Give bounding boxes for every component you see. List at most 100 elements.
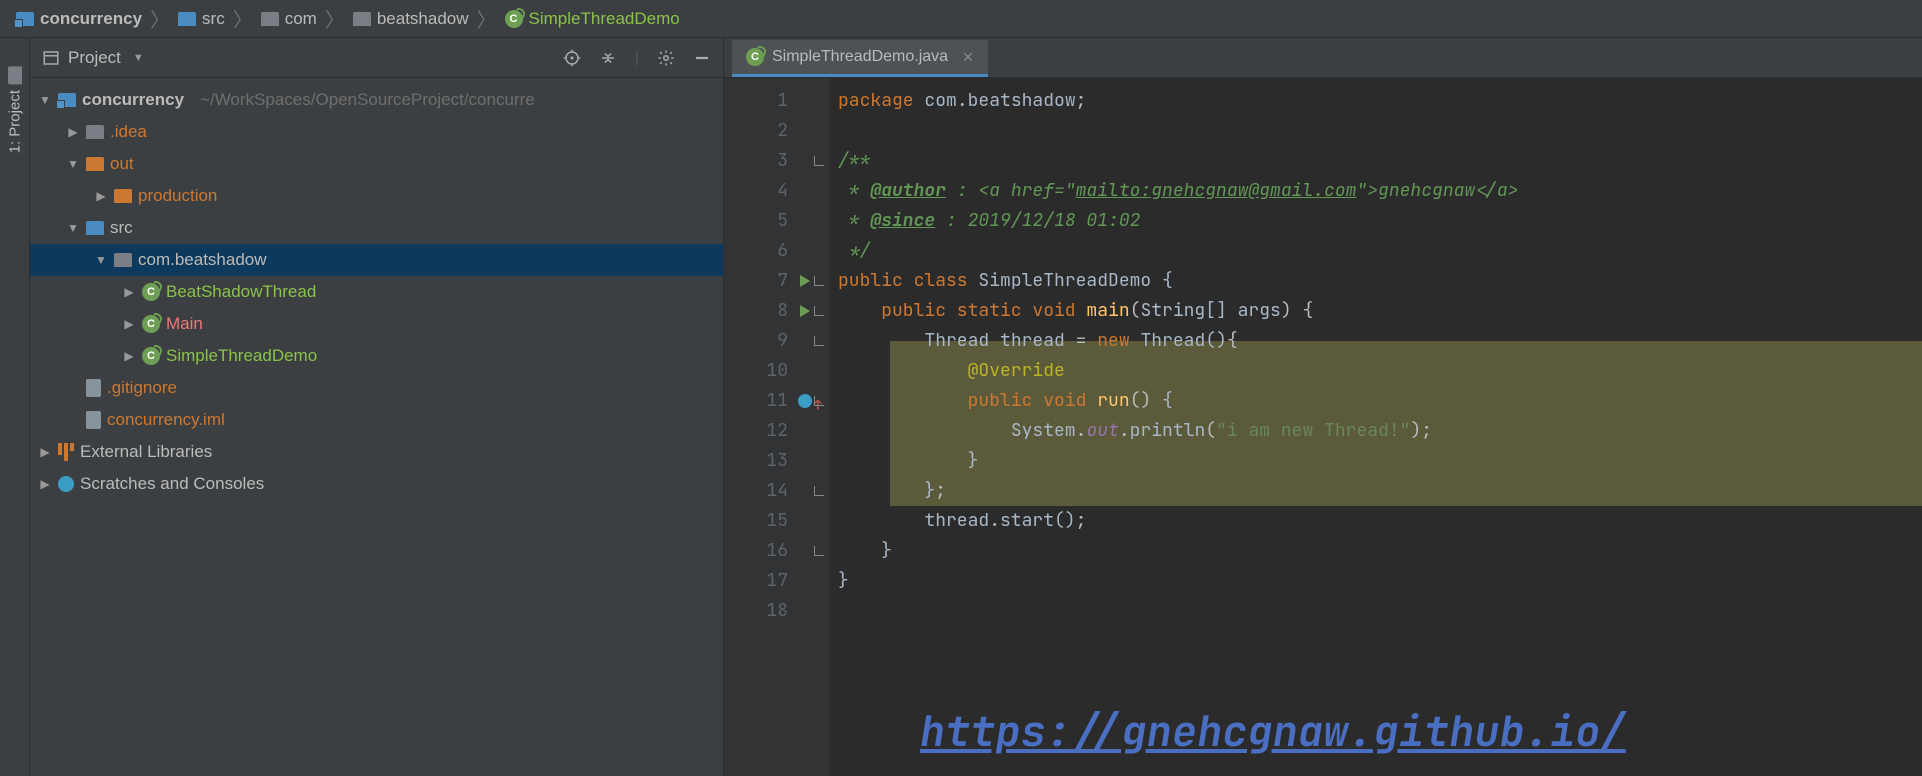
fold-icon[interactable] [814, 276, 824, 286]
tree-row[interactable]: ▶.idea [30, 116, 723, 148]
code-line[interactable] [838, 596, 1922, 626]
project-tree[interactable]: ▼concurrency~/WorkSpaces/OpenSourceProje… [30, 78, 723, 776]
tree-arrow-icon[interactable] [66, 413, 80, 427]
line-number[interactable]: 4 [724, 176, 812, 206]
target-icon[interactable] [563, 49, 581, 67]
collapse-icon[interactable] [599, 49, 617, 67]
override-gutter-icon[interactable] [798, 394, 812, 408]
code-line[interactable]: */ [838, 236, 1922, 266]
tree-row[interactable]: ▶Scratches and Consoles [30, 468, 723, 500]
tree-arrow-icon[interactable]: ▶ [122, 285, 136, 299]
tree-arrow-icon[interactable]: ▶ [94, 189, 108, 203]
tree-row[interactable]: ▼src [30, 212, 723, 244]
code-line[interactable]: }; [838, 476, 1922, 506]
code-line[interactable]: public class SimpleThreadDemo { [838, 266, 1922, 296]
tree-arrow-icon[interactable]: ▶ [38, 445, 52, 459]
tree-row[interactable]: ▶CBeatShadowThread [30, 276, 723, 308]
breadcrumb-item[interactable]: CSimpleThreadDemo [505, 9, 680, 29]
tree-row[interactable]: concurrency.iml [30, 404, 723, 436]
line-number[interactable]: 14 [724, 476, 812, 506]
line-number[interactable]: 10 [724, 356, 812, 386]
hide-icon[interactable] [693, 49, 711, 67]
tree-arrow-icon[interactable]: ▶ [66, 125, 80, 139]
fold-icon[interactable] [814, 306, 824, 316]
code-line[interactable]: package com.beatshadow; [838, 86, 1922, 116]
fold-icon[interactable] [814, 336, 824, 346]
code-line[interactable] [838, 116, 1922, 146]
project-panel-title[interactable]: Project ▼ [42, 48, 144, 68]
line-number[interactable]: 18 [724, 596, 812, 626]
code-line[interactable]: } [838, 566, 1922, 596]
breadcrumb-item[interactable]: com [261, 9, 317, 29]
tree-arrow-icon[interactable]: ▶ [122, 349, 136, 363]
tree-row[interactable]: ▼com.beatshadow [30, 244, 723, 276]
line-number[interactable]: 16 [724, 536, 812, 566]
line-number[interactable]: 6 [724, 236, 812, 266]
tree-row[interactable]: .gitignore [30, 372, 723, 404]
tree-arrow-icon[interactable]: ▼ [66, 221, 80, 235]
fold-icon[interactable] [814, 396, 824, 406]
tree-row[interactable]: ▶production [30, 180, 723, 212]
line-number[interactable]: 15 [724, 506, 812, 536]
line-number[interactable]: 1 [724, 86, 812, 116]
breadcrumb-item[interactable]: src [178, 9, 225, 29]
line-number[interactable]: 12 [724, 416, 812, 446]
tree-arrow-icon[interactable]: ▶ [38, 477, 52, 491]
fold-icon[interactable] [814, 546, 824, 556]
code-line[interactable]: thread.start(); [838, 506, 1922, 536]
line-number[interactable]: 8 [724, 296, 812, 326]
folder-blue-dot-icon [58, 93, 76, 107]
gear-icon[interactable] [657, 49, 675, 67]
tree-arrow-icon[interactable]: ▼ [94, 253, 108, 267]
code-line[interactable]: public void run() { [838, 386, 1922, 416]
code-editor[interactable]: 123456789101112131415161718 https://gneh… [724, 78, 1922, 776]
watermark-link[interactable]: https://gnehcgnaw.github.io/ [920, 716, 1626, 746]
tree-row[interactable]: ▶CSimpleThreadDemo [30, 340, 723, 372]
code-line[interactable]: @Override [838, 356, 1922, 386]
line-gutter[interactable]: 123456789101112131415161718 [724, 78, 812, 776]
tree-arrow-icon[interactable]: ▼ [38, 93, 52, 107]
scratch-icon [58, 476, 74, 492]
tab-simplethreaddemo[interactable]: C SimpleThreadDemo.java ✕ [732, 40, 988, 77]
line-number[interactable]: 3 [724, 146, 812, 176]
file-icon [86, 411, 101, 429]
code-line[interactable]: Thread thread = new Thread(){ [838, 326, 1922, 356]
breadcrumb[interactable]: concurrency〉src〉com〉beatshadow〉CSimpleTh… [0, 0, 1922, 38]
line-number[interactable]: 5 [724, 206, 812, 236]
chevron-down-icon: ▼ [133, 52, 144, 64]
breadcrumb-item[interactable]: concurrency [16, 9, 142, 29]
tree-arrow-icon[interactable] [66, 381, 80, 395]
tree-row[interactable]: ▶External Libraries [30, 436, 723, 468]
folder-gray-icon [114, 253, 132, 267]
project-tool-tab[interactable]: 1: Project [3, 58, 27, 163]
tree-arrow-icon[interactable]: ▶ [122, 317, 136, 331]
tree-row[interactable]: ▼concurrency~/WorkSpaces/OpenSourceProje… [30, 84, 723, 116]
fold-icon[interactable] [814, 486, 824, 496]
fold-column[interactable] [812, 78, 830, 776]
line-number[interactable]: 2 [724, 116, 812, 146]
code-body[interactable]: https://gnehcgnaw.github.io/ package com… [830, 78, 1922, 776]
code-line[interactable]: } [838, 446, 1922, 476]
run-gutter-icon[interactable] [800, 275, 810, 287]
code-line[interactable]: System.out.println("i am new Thread!"); [838, 416, 1922, 446]
line-number[interactable]: 11 [724, 386, 812, 416]
line-number[interactable]: 7 [724, 266, 812, 296]
code-line[interactable]: * @since : 2019/12/18 01:02 [838, 206, 1922, 236]
close-icon[interactable]: ✕ [962, 49, 974, 66]
line-number[interactable]: 13 [724, 446, 812, 476]
line-number[interactable]: 9 [724, 326, 812, 356]
tree-row[interactable]: ▼out [30, 148, 723, 180]
run-gutter-icon[interactable] [800, 305, 810, 317]
class-icon: C [142, 315, 160, 333]
breadcrumb-item[interactable]: beatshadow [353, 9, 469, 29]
project-view-icon [42, 49, 60, 67]
tree-row[interactable]: ▶CMain [30, 308, 723, 340]
tree-arrow-icon[interactable]: ▼ [66, 157, 80, 171]
code-line[interactable]: } [838, 536, 1922, 566]
code-line[interactable]: public static void main(String[] args) { [838, 296, 1922, 326]
editor-area: C SimpleThreadDemo.java ✕ 12345678910111… [724, 38, 1922, 776]
fold-icon[interactable] [814, 156, 824, 166]
code-line[interactable]: /** [838, 146, 1922, 176]
code-line[interactable]: * @author : <a href="mailto:gnehcgnaw@gm… [838, 176, 1922, 206]
line-number[interactable]: 17 [724, 566, 812, 596]
